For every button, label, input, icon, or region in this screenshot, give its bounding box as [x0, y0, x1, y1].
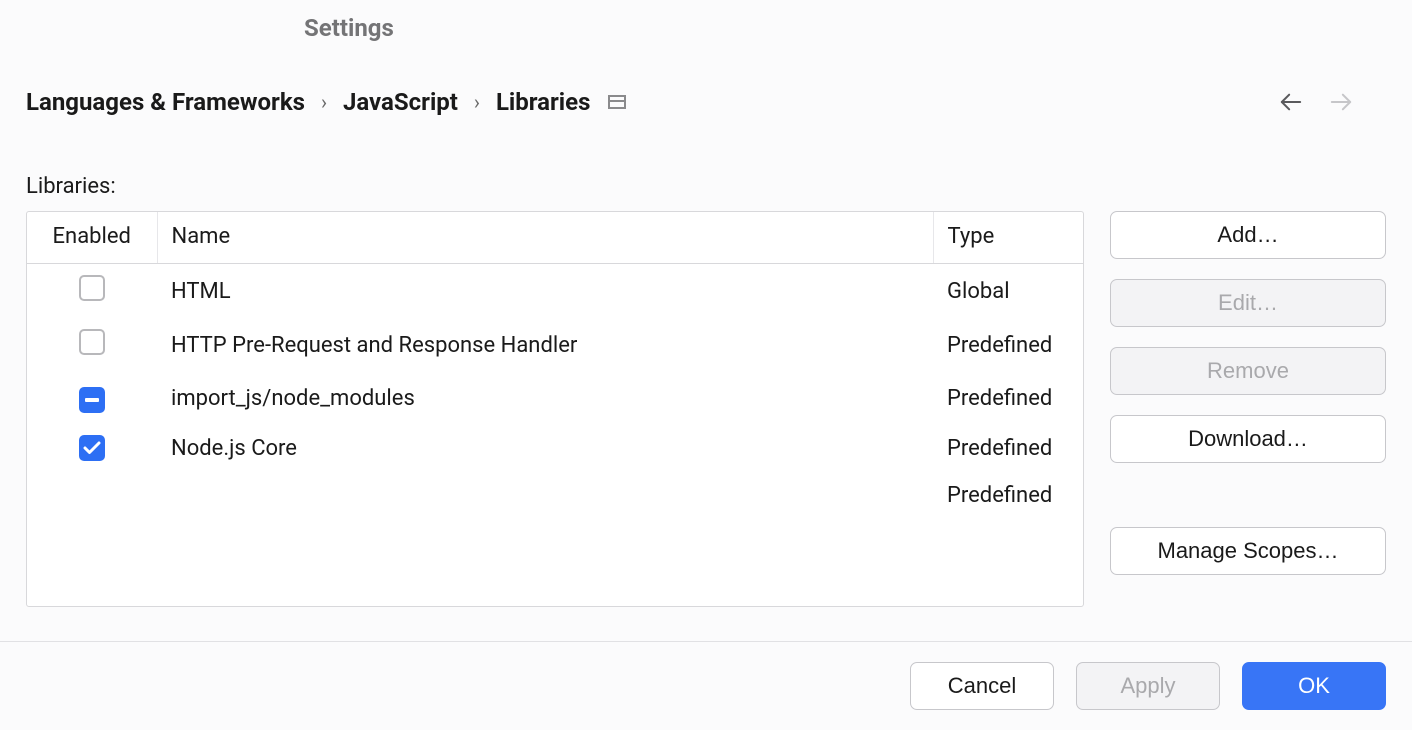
column-header-enabled[interactable]: Enabled [27, 212, 157, 264]
enabled-checkbox[interactable] [79, 435, 105, 461]
table-row[interactable]: HTMLGlobal [27, 264, 1083, 319]
cancel-button[interactable]: Cancel [910, 662, 1054, 710]
library-type-cell: Predefined [933, 372, 1083, 424]
breadcrumb-segment-libraries[interactable]: Libraries [496, 88, 591, 116]
edit-button: Edit… [1110, 279, 1386, 327]
enabled-checkbox[interactable] [79, 329, 105, 355]
column-header-type[interactable]: Type [933, 212, 1083, 264]
libraries-table[interactable]: Enabled Name Type HTMLGlobalHTTP Pre-Req… [26, 211, 1084, 607]
table-row[interactable]: Node.js CorePredefined [27, 424, 1083, 472]
remove-button: Remove [1110, 347, 1386, 395]
breadcrumb: Languages & Frameworks › JavaScript › Li… [26, 88, 590, 116]
ok-button[interactable]: OK [1242, 662, 1386, 710]
dialog-footer: Cancel Apply OK [0, 641, 1412, 730]
settings-title: Settings [0, 0, 1412, 42]
enabled-checkbox[interactable] [79, 275, 105, 301]
add-button[interactable]: Add… [1110, 211, 1386, 259]
download-button[interactable]: Download… [1110, 415, 1386, 463]
library-type-cell: Predefined [933, 318, 1083, 372]
library-type-cell: Global [933, 264, 1083, 319]
libraries-label: Libraries: [26, 174, 1386, 199]
back-arrow-icon[interactable] [1280, 91, 1302, 113]
library-name-cell: HTTP Pre-Request and Response Handler [157, 318, 933, 372]
library-name-cell: HTML [157, 264, 933, 319]
breadcrumb-segment-languages-frameworks[interactable]: Languages & Frameworks [26, 88, 305, 116]
forward-arrow-icon [1330, 91, 1352, 113]
breadcrumb-segment-javascript[interactable]: JavaScript [343, 88, 458, 116]
table-row[interactable]: import_js/node_modulesPredefined [27, 372, 1083, 424]
window-icon[interactable] [608, 95, 626, 109]
table-row[interactable]: HTTP Pre-Request and Response HandlerPre… [27, 318, 1083, 372]
manage-scopes-button[interactable]: Manage Scopes… [1110, 527, 1386, 575]
column-header-name[interactable]: Name [157, 212, 933, 264]
library-type-cell: Predefined [933, 424, 1083, 472]
library-name-cell: Node.js Core [157, 424, 933, 472]
apply-button: Apply [1076, 662, 1220, 710]
chevron-right-icon: › [321, 90, 327, 114]
library-type-cell: Predefined [933, 472, 1083, 519]
library-name-cell: import_js/node_modules [157, 372, 933, 424]
chevron-right-icon: › [474, 90, 480, 114]
table-row[interactable]: Predefined [27, 472, 1083, 519]
library-name-cell [157, 472, 933, 519]
enabled-checkbox[interactable] [79, 387, 105, 413]
